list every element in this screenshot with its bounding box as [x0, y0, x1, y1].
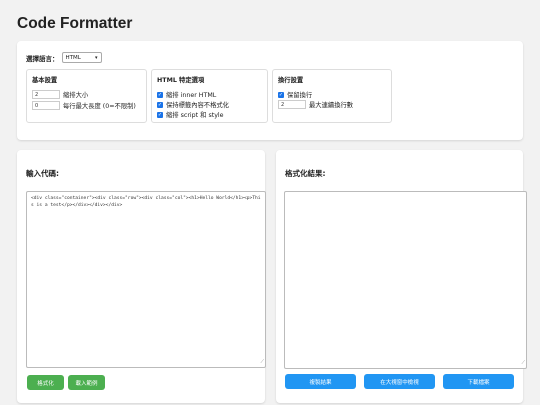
wrap-settings-group: 換行設置 ✓ 保留換行 2 最大連續換行數	[272, 69, 392, 123]
open-large-window-button[interactable]: 在大視窗中檢視	[364, 374, 435, 389]
language-selected-value: HTML	[65, 54, 81, 61]
indent-script-style-label: 縮排 script 和 style	[166, 112, 224, 119]
settings-panel: 選擇語言： HTML ▾ 基本設置 2 縮排大小 0 每行最大長度 (0=不限制…	[17, 41, 523, 140]
basic-settings-title: 基本設置	[32, 77, 58, 84]
input-code-text: <div class="container"><div class="row">…	[31, 196, 261, 208]
input-title: 輸入代碼:	[26, 169, 59, 178]
max-newlines-input[interactable]: 2	[278, 100, 306, 109]
max-newlines-row: 2 最大連續換行數	[278, 100, 353, 109]
input-panel: 輸入代碼: <div class="container"><div class=…	[17, 150, 266, 403]
chevron-down-icon: ▾	[94, 54, 98, 61]
indent-inner-html-label: 縮排 inner HTML	[166, 92, 217, 99]
max-newlines-label: 最大連續換行數	[309, 102, 354, 109]
indent-size-row: 2 縮排大小	[32, 90, 88, 99]
checkbox-checked-icon[interactable]: ✓	[157, 111, 163, 118]
load-example-button[interactable]: 載入範例	[68, 375, 105, 390]
wrap-settings-title: 換行設置	[278, 77, 304, 84]
preserve-heading-label: 保持標籤內容不格式化	[166, 102, 229, 109]
download-file-button[interactable]: 下載檔案	[443, 374, 514, 389]
checkbox-checked-icon[interactable]: ✓	[278, 91, 284, 98]
checkbox-checked-icon[interactable]: ✓	[157, 91, 163, 98]
indent-script-style-option[interactable]: ✓ 縮排 script 和 style	[157, 110, 224, 119]
language-row: 選擇語言： HTML ▾	[26, 52, 102, 63]
output-title: 格式化結果:	[285, 169, 326, 178]
indent-inner-html-option[interactable]: ✓ 縮排 inner HTML	[157, 90, 216, 99]
input-code-textarea[interactable]: <div class="container"><div class="row">…	[26, 191, 266, 368]
resize-handle-icon[interactable]: ⟋	[521, 360, 525, 367]
indent-size-input[interactable]: 2	[32, 90, 60, 99]
output-panel: 格式化結果: ⟋ 複製結果 在大視窗中檢視 下載檔案	[276, 150, 527, 403]
language-select[interactable]: HTML ▾	[61, 52, 102, 63]
output-code-textarea[interactable]: ⟋	[284, 191, 527, 369]
max-line-label: 每行最大長度 (0=不限制)	[63, 103, 136, 110]
format-button[interactable]: 格式化	[27, 375, 64, 390]
html-options-title: HTML 特定選項	[157, 77, 205, 84]
max-line-row: 0 每行最大長度 (0=不限制)	[32, 101, 136, 110]
preserve-newlines-label: 保留換行	[287, 92, 313, 99]
language-label: 選擇語言：	[26, 54, 59, 63]
html-options-group: HTML 特定選項 ✓ 縮排 inner HTML ✓ 保持標籤內容不格式化 ✓…	[151, 69, 268, 123]
preserve-heading-option[interactable]: ✓ 保持標籤內容不格式化	[157, 100, 229, 109]
copy-result-button[interactable]: 複製結果	[285, 374, 356, 389]
max-line-input[interactable]: 0	[32, 101, 60, 110]
preserve-newlines-option[interactable]: ✓ 保留換行	[278, 90, 312, 99]
indent-size-label: 縮排大小	[63, 92, 89, 99]
page-title: Code Formatter	[17, 15, 133, 32]
resize-handle-icon[interactable]: ⟋	[260, 359, 264, 366]
basic-settings-group: 基本設置 2 縮排大小 0 每行最大長度 (0=不限制)	[26, 69, 147, 123]
checkbox-checked-icon[interactable]: ✓	[157, 101, 163, 108]
